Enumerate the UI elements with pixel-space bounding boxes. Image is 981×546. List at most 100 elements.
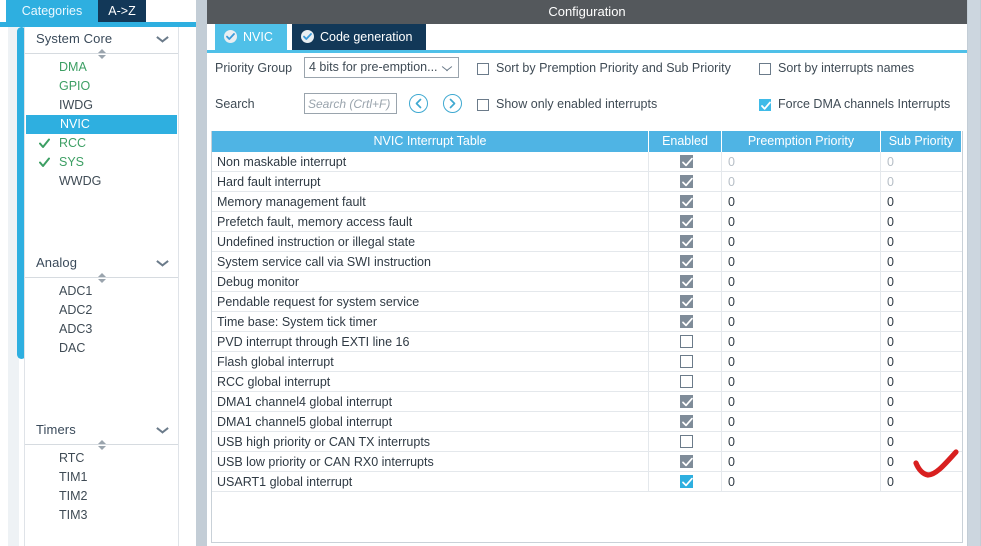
sidebar-item-sys[interactable]: SYS	[25, 153, 178, 172]
table-row[interactable]: USB low priority or CAN RX0 interrupts 0 0	[212, 452, 962, 472]
cell-enabled	[649, 352, 722, 371]
sidebar-item-tim3[interactable]: TIM3	[25, 506, 178, 525]
enabled-checkbox[interactable]	[680, 335, 693, 348]
cell-sub-priority[interactable]: 0	[881, 252, 962, 271]
table-row[interactable]: PVD interrupt through EXTI line 16 0 0	[212, 332, 962, 352]
cell-preemption-priority[interactable]: 0	[722, 192, 881, 211]
column-header-interrupt-table[interactable]: NVIC Interrupt Table	[212, 131, 649, 152]
left-scrollbar-track[interactable]	[8, 27, 26, 546]
cell-interrupt-name: System service call via SWI instruction	[212, 252, 649, 271]
right-edge-strip	[967, 0, 981, 546]
cell-sub-priority[interactable]: 0	[881, 392, 962, 411]
sidebar-item-wwdg[interactable]: WWDG	[25, 172, 178, 191]
table-row[interactable]: USART1 global interrupt 0 0	[212, 472, 962, 492]
sidebar-item-label: GPIO	[59, 79, 91, 93]
cell-sub-priority[interactable]: 0	[881, 232, 962, 251]
cell-sub-priority[interactable]: 0	[881, 272, 962, 291]
cell-sub-priority[interactable]: 0	[881, 352, 962, 371]
sidebar-item-adc1[interactable]: ADC1	[25, 282, 178, 301]
cell-preemption-priority[interactable]: 0	[722, 452, 881, 471]
search-input[interactable]	[304, 93, 397, 114]
cell-preemption-priority[interactable]: 0	[722, 352, 881, 371]
sidebar-item-rtc[interactable]: RTC	[25, 449, 178, 468]
chevron-down-icon	[157, 260, 168, 267]
chevron-right-circle-icon[interactable]	[443, 94, 462, 113]
cell-preemption-priority[interactable]: 0	[722, 372, 881, 391]
table-row[interactable]: System service call via SWI instruction 0…	[212, 252, 962, 272]
sidebar-item-tim2[interactable]: TIM2	[25, 487, 178, 506]
table-row[interactable]: USB high priority or CAN TX interrupts 0 0	[212, 432, 962, 452]
nvic-controls: Priority Group 4 bits for pre-emption...…	[207, 53, 967, 130]
sidebar-item-label: IWDG	[59, 98, 94, 112]
cell-preemption-priority[interactable]: 0	[722, 212, 881, 231]
cell-sub-priority[interactable]: 0	[881, 472, 962, 491]
sidebar-item-adc3[interactable]: ADC3	[25, 320, 178, 339]
tab-label: Code generation	[320, 30, 413, 44]
cell-interrupt-name: Pendable request for system service	[212, 292, 649, 311]
cell-sub-priority[interactable]: 0	[881, 312, 962, 331]
cell-sub-priority[interactable]: 0	[881, 452, 962, 471]
table-row[interactable]: DMA1 channel5 global interrupt 0 0	[212, 412, 962, 432]
cell-enabled	[649, 452, 722, 471]
sidebar-item-rcc[interactable]: RCC	[25, 134, 178, 153]
cell-preemption-priority[interactable]: 0	[722, 272, 881, 291]
cell-preemption-priority[interactable]: 0	[722, 312, 881, 331]
table-row[interactable]: Flash global interrupt 0 0	[212, 352, 962, 372]
right-scrollbar-track[interactable]	[968, 0, 980, 546]
table-row[interactable]: Pendable request for system service 0 0	[212, 292, 962, 312]
panel-divider	[196, 0, 207, 546]
table-row[interactable]: RCC global interrupt 0 0	[212, 372, 962, 392]
cell-preemption-priority[interactable]: 0	[722, 332, 881, 351]
cell-sub-priority[interactable]: 0	[881, 332, 962, 351]
sidebar-item-iwdg[interactable]: IWDG	[25, 96, 178, 115]
cell-preemption-priority[interactable]: 0	[722, 472, 881, 491]
search-label: Search	[215, 97, 255, 111]
table-row[interactable]: Undefined instruction or illegal state 0 0	[212, 232, 962, 252]
column-header-preemption-priority[interactable]: Preemption Priority	[722, 131, 881, 152]
priority-group-label: Priority Group	[215, 61, 293, 75]
cell-preemption-priority[interactable]: 0	[722, 252, 881, 271]
cell-sub-priority[interactable]: 0	[881, 192, 962, 211]
cell-interrupt-name: PVD interrupt through EXTI line 16	[212, 332, 649, 351]
cell-sub-priority[interactable]: 0	[881, 432, 962, 451]
group-system-core: System Core DMA GPIO IWDG NVIC RCC SYS W…	[25, 27, 178, 188]
cell-preemption-priority[interactable]: 0	[722, 232, 881, 251]
cell-sub-priority[interactable]: 0	[881, 372, 962, 391]
table-row[interactable]: Hard fault interrupt 0 0	[212, 172, 962, 192]
table-row[interactable]: Memory management fault 0 0	[212, 192, 962, 212]
sidebar-item-gpio[interactable]: GPIO	[25, 77, 178, 96]
table-row[interactable]: Non maskable interrupt 0 0	[212, 152, 962, 172]
sidebar-item-dac[interactable]: DAC	[25, 339, 178, 358]
tab-a-to-z[interactable]: A->Z	[98, 0, 146, 22]
enabled-checkbox[interactable]	[680, 375, 693, 388]
checkbox-box	[759, 99, 771, 111]
table-row[interactable]: Debug monitor 0 0	[212, 272, 962, 292]
cell-sub-priority[interactable]: 0	[881, 412, 962, 431]
cell-preemption-priority[interactable]: 0	[722, 412, 881, 431]
table-row[interactable]: DMA1 channel4 global interrupt 0 0	[212, 392, 962, 412]
sidebar-item-tim1[interactable]: TIM1	[25, 468, 178, 487]
column-header-sub-priority[interactable]: Sub Priority	[881, 131, 962, 152]
chevron-left-circle-icon[interactable]	[409, 94, 428, 113]
enabled-checkbox[interactable]	[680, 435, 693, 448]
cell-preemption-priority[interactable]: 0	[722, 392, 881, 411]
enabled-checkbox[interactable]	[680, 355, 693, 368]
cell-preemption-priority[interactable]: 0	[722, 292, 881, 311]
tab-nvic[interactable]: NVIC	[215, 24, 287, 50]
enabled-checkbox[interactable]	[680, 475, 693, 488]
sidebar-item-adc2[interactable]: ADC2	[25, 301, 178, 320]
cell-sub-priority[interactable]: 0	[881, 292, 962, 311]
column-header-enabled[interactable]: Enabled	[649, 131, 722, 152]
cell-sub-priority[interactable]: 0	[881, 212, 962, 231]
tab-code-generation[interactable]: Code generation	[292, 24, 427, 50]
tab-categories[interactable]: Categories	[6, 0, 98, 22]
table-row[interactable]: Prefetch fault, memory access fault 0 0	[212, 212, 962, 232]
table-row[interactable]: Time base: System tick timer 0 0	[212, 312, 962, 332]
module-list-analog: ADC1 ADC2 ADC3 DAC	[25, 268, 178, 358]
sidebar-item-dma[interactable]: DMA	[25, 58, 178, 77]
priority-group-select[interactable]: 4 bits for pre-emption...	[304, 57, 459, 78]
sidebar-item-nvic[interactable]: NVIC	[26, 115, 177, 134]
cell-interrupt-name: USB high priority or CAN TX interrupts	[212, 432, 649, 451]
cell-preemption-priority[interactable]: 0	[722, 432, 881, 451]
sidebar-item-label: TIM3	[59, 508, 88, 522]
